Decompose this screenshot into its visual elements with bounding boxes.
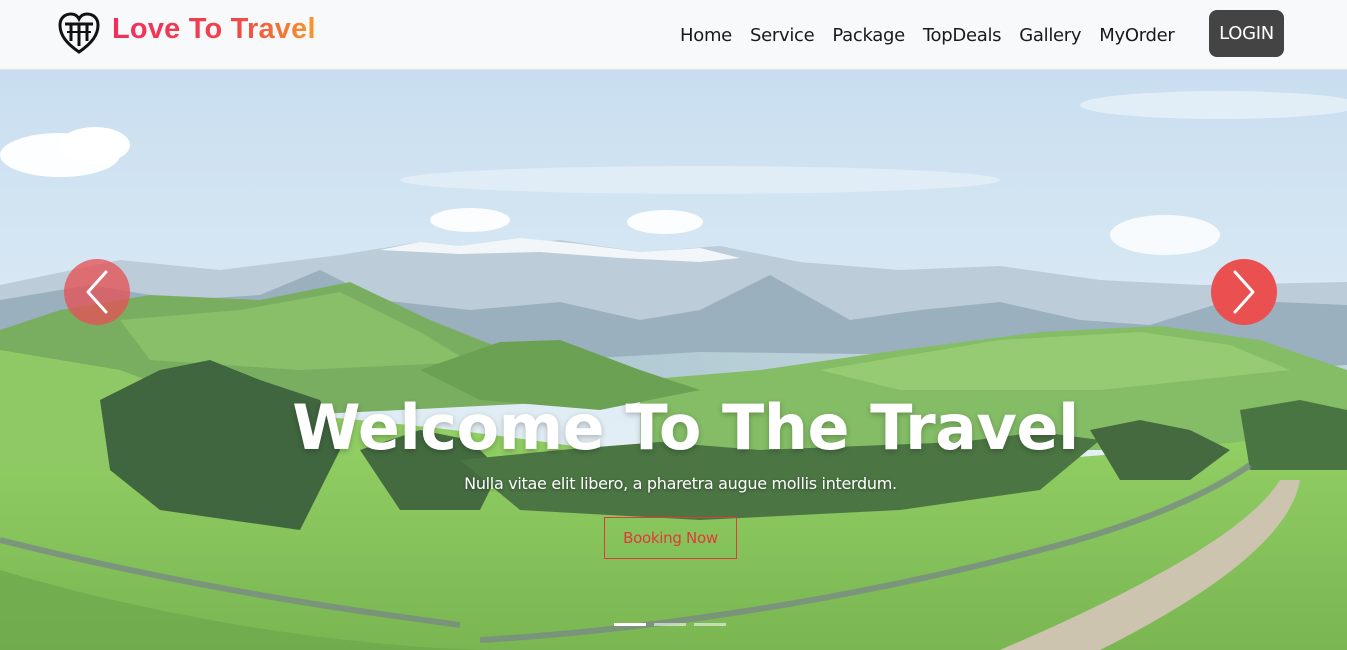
nav-item-home[interactable]: Home [680,21,732,50]
hero-caption: Welcome To The Travel Nulla vitae elit l… [0,390,1347,493]
carousel-indicator-3[interactable] [694,623,726,626]
carousel-prev-button[interactable] [64,259,130,325]
chevron-left-icon [86,270,108,314]
nav-menu: Home Service Package TopDeals Gallery My… [680,0,1175,70]
hero-subtitle: Nulla vitae elit libero, a pharetra augu… [464,474,897,493]
carousel-next-button[interactable] [1211,259,1277,325]
nav-item-service[interactable]: Service [750,21,815,50]
heart-shield-logo-icon [58,12,100,54]
brand-name: Love To Travel [112,12,316,45]
nav-item-gallery[interactable]: Gallery [1019,21,1081,50]
hero-title: Welcome To The Travel [292,391,1079,464]
booking-now-button[interactable]: Booking Now [604,517,737,559]
carousel-indicator-1[interactable] [614,623,646,626]
chevron-right-icon [1233,270,1255,314]
hero-carousel: Welcome To The Travel Nulla vitae elit l… [0,70,1347,650]
carousel-indicator-2[interactable] [654,623,686,626]
brand[interactable]: Love To Travel [56,10,316,56]
navbar: Love To Travel Home Service Package TopD… [0,0,1347,70]
hero-overlay [0,70,1347,650]
nav-item-topdeals[interactable]: TopDeals [923,21,1002,50]
nav-item-package[interactable]: Package [832,21,905,50]
login-button[interactable]: LOGIN [1209,10,1284,57]
nav-item-myorder[interactable]: MyOrder [1099,21,1175,50]
carousel-indicators [614,623,726,626]
